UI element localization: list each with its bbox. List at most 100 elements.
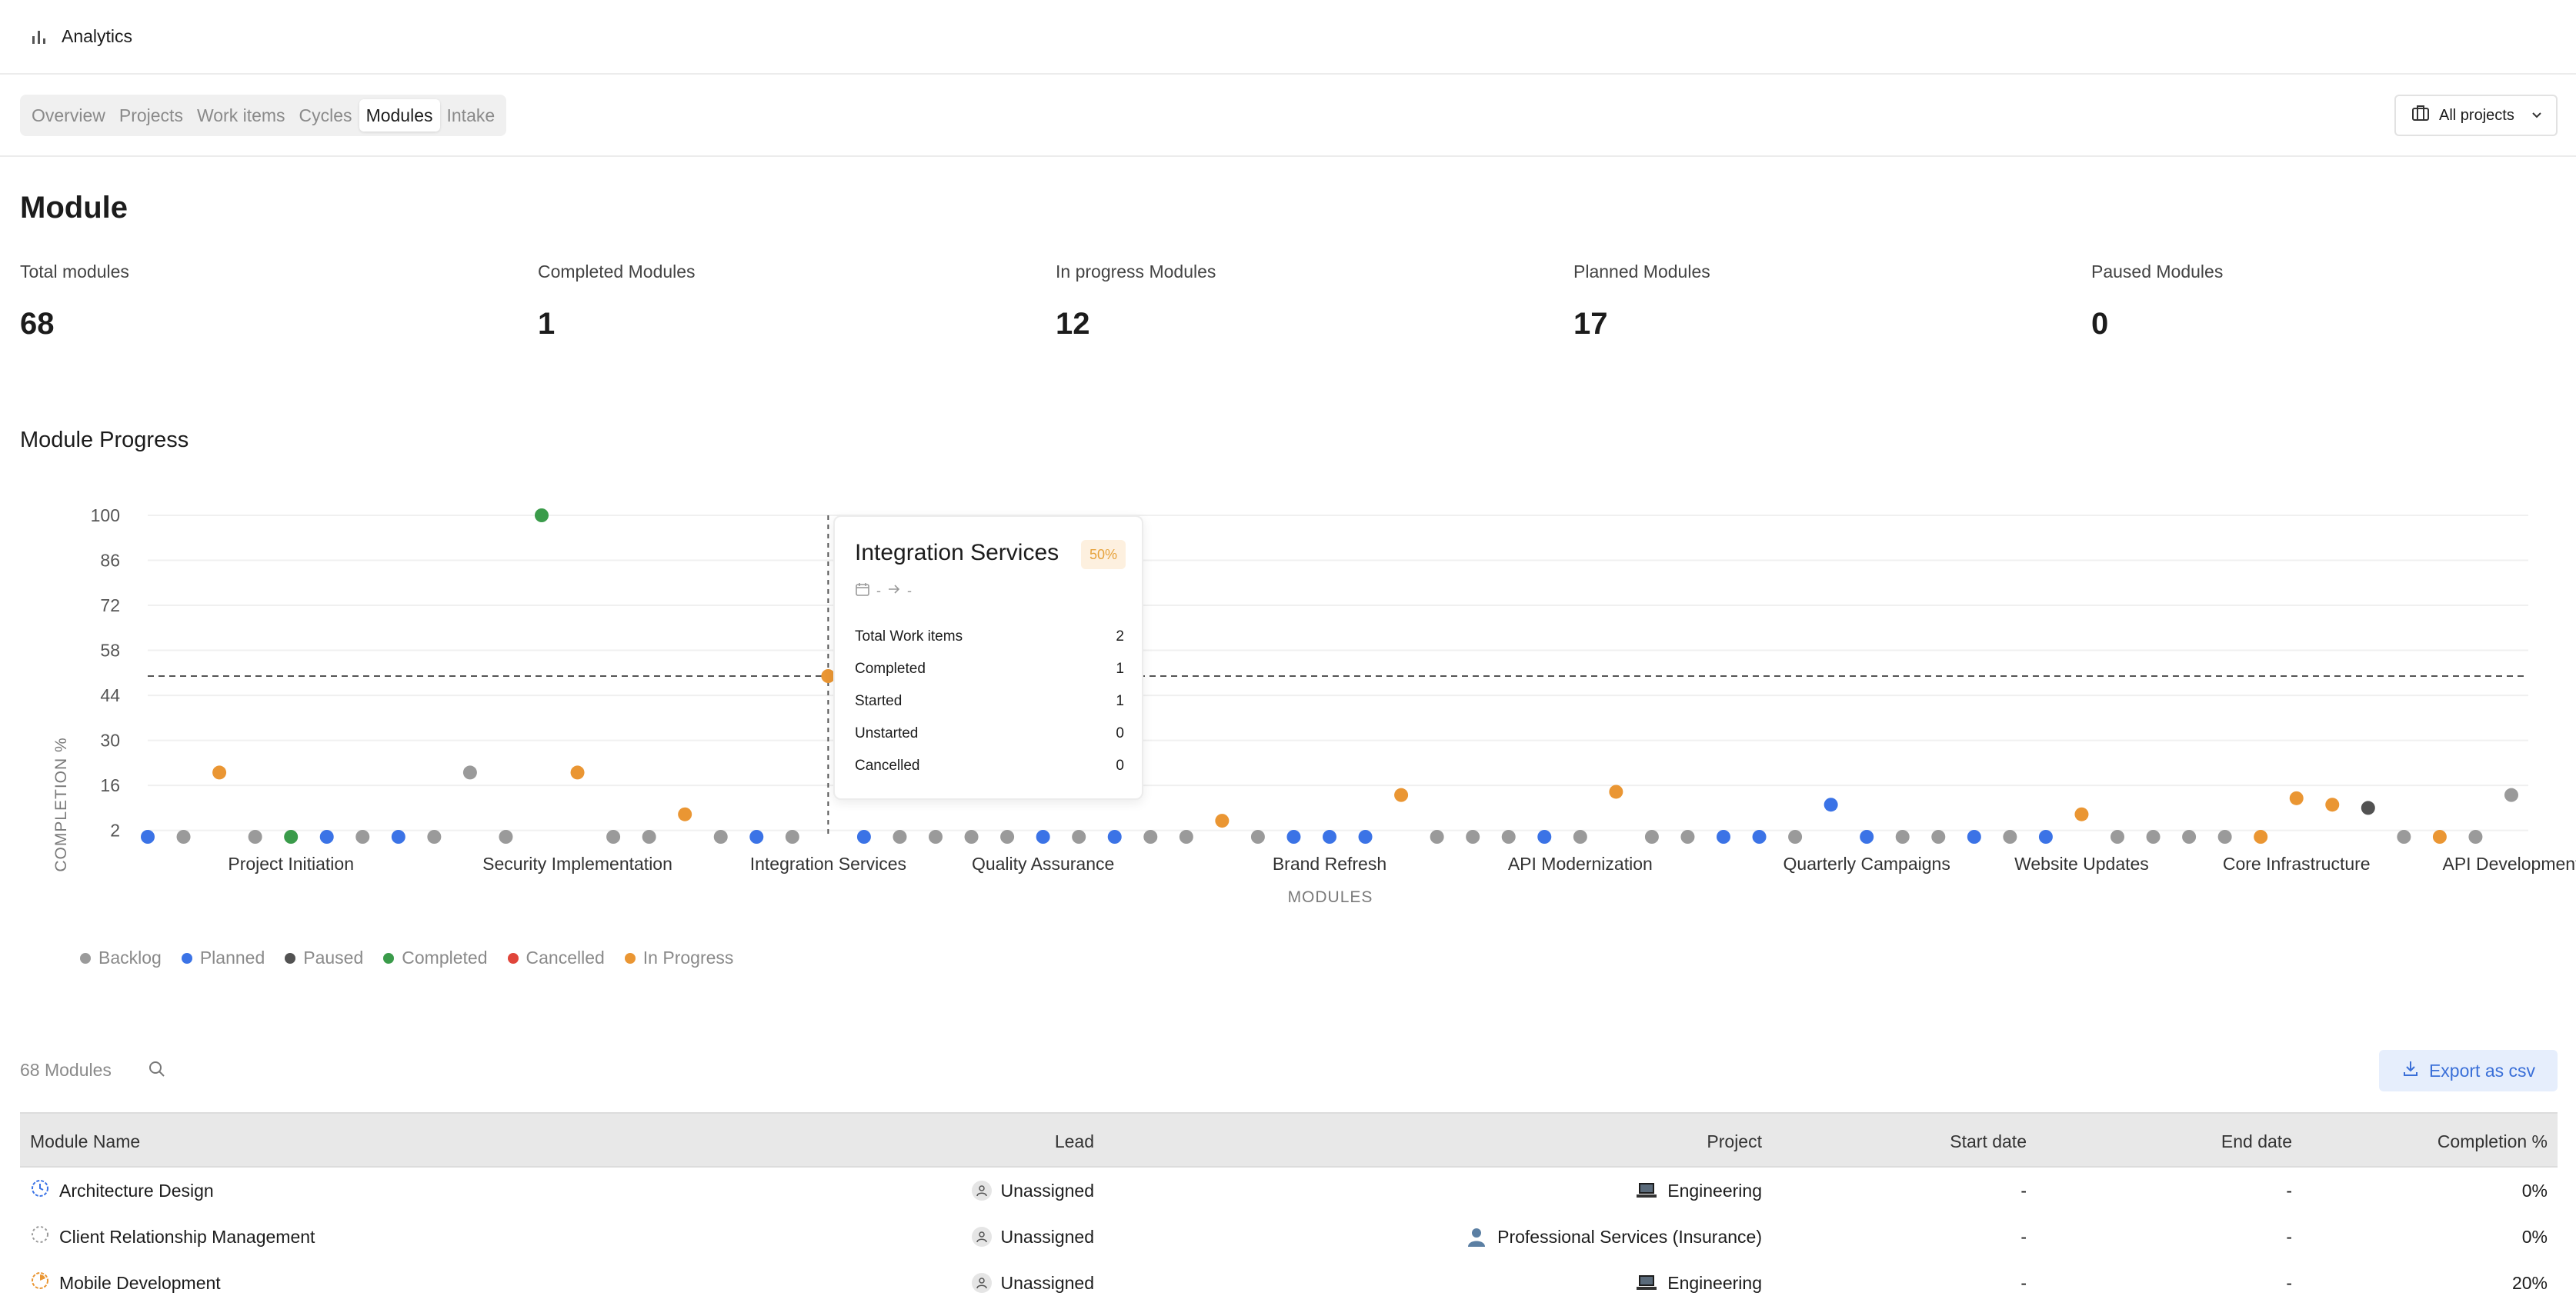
data-point-backlog[interactable] (1430, 830, 1444, 844)
data-point-backlog[interactable] (2146, 830, 2161, 844)
data-point-paused[interactable] (2361, 801, 2375, 815)
legend-label: In Progress (642, 948, 734, 968)
data-point-in-progress[interactable] (1215, 814, 1230, 828)
tab-work-items[interactable]: Work items (190, 99, 292, 132)
data-point-backlog[interactable] (499, 830, 513, 844)
data-point-in-progress[interactable] (2289, 791, 2304, 805)
export-csv-label: Export as csv (2428, 1060, 2536, 1081)
legend-item-in-progress[interactable]: In Progress (624, 948, 734, 968)
data-point-planned[interactable] (1860, 830, 1874, 844)
tab-cycles[interactable]: Cycles (292, 99, 359, 132)
data-point-planned[interactable] (391, 830, 405, 844)
data-point-backlog[interactable] (785, 830, 799, 844)
legend-item-cancelled[interactable]: Cancelled (507, 948, 605, 968)
data-point-planned[interactable] (1537, 830, 1552, 844)
legend-item-planned[interactable]: Planned (181, 948, 265, 968)
data-point-backlog[interactable] (1466, 830, 1480, 844)
data-point-planned[interactable] (1036, 830, 1050, 844)
project-filter-dropdown[interactable]: All projects (2394, 95, 2558, 136)
column-header-completion[interactable]: Completion % (2438, 1114, 2548, 1169)
module-name[interactable]: Client Relationship Management (59, 1227, 315, 1248)
data-point-backlog[interactable] (427, 830, 442, 844)
data-point-backlog[interactable] (1680, 830, 1695, 844)
data-point-planned[interactable] (1967, 830, 1981, 844)
data-point-planned[interactable] (749, 830, 764, 844)
data-point-in-progress[interactable] (212, 765, 227, 780)
data-point-in-progress[interactable] (2432, 830, 2447, 844)
data-point-backlog[interactable] (1179, 830, 1193, 844)
legend-swatch (181, 952, 192, 964)
data-point-backlog[interactable] (713, 830, 728, 844)
data-point-planned[interactable] (1717, 830, 1730, 844)
data-point-backlog[interactable] (2504, 788, 2518, 802)
data-point-backlog[interactable] (1143, 830, 1158, 844)
data-point-planned[interactable] (141, 830, 155, 844)
export-csv-button[interactable]: Export as csv (2379, 1050, 2558, 1091)
data-point-planned[interactable] (1286, 830, 1301, 844)
data-point-in-progress[interactable] (678, 807, 692, 821)
column-header-module-name[interactable]: Module Name (30, 1114, 140, 1169)
data-point-backlog[interactable] (2468, 830, 2483, 844)
lead-name: Unassigned (1000, 1272, 1094, 1293)
legend-item-backlog[interactable]: Backlog (80, 948, 162, 968)
project-cell: Engineering (1635, 1168, 1762, 1214)
download-icon (2401, 1059, 2420, 1082)
column-header-project[interactable]: Project (1707, 1114, 1762, 1169)
table-row[interactable]: Architecture Design Unassigned Engineeri… (20, 1168, 2558, 1214)
table-row[interactable]: Mobile Development Unassigned Engineerin… (20, 1260, 2558, 1306)
data-point-planned[interactable] (1752, 830, 1767, 844)
data-point-planned[interactable] (1358, 830, 1373, 844)
data-point-planned[interactable] (2038, 830, 2053, 844)
data-point-backlog[interactable] (1250, 830, 1265, 844)
data-point-in-progress[interactable] (2254, 830, 2268, 844)
x-tick-label: Core Infrastructure (2223, 854, 2371, 874)
data-point-planned[interactable] (1107, 830, 1122, 844)
data-point-in-progress[interactable] (1609, 785, 1623, 799)
data-point-planned[interactable] (1824, 798, 1838, 812)
module-name[interactable]: Architecture Design (59, 1181, 214, 1201)
tab-intake[interactable]: Intake (440, 99, 502, 132)
data-point-backlog[interactable] (2003, 830, 2017, 844)
data-point-backlog[interactable] (642, 830, 656, 844)
module-name[interactable]: Mobile Development (59, 1273, 221, 1294)
data-point-backlog[interactable] (2111, 830, 2124, 844)
legend-item-completed[interactable]: Completed (383, 948, 488, 968)
tab-overview[interactable]: Overview (25, 99, 112, 132)
search-icon[interactable] (146, 1058, 168, 1080)
data-point-backlog[interactable] (355, 830, 370, 844)
table-row[interactable]: Client Relationship Management Unassigne… (20, 1214, 2558, 1260)
data-point-in-progress[interactable] (2325, 798, 2340, 812)
data-point-planned[interactable] (1323, 830, 1336, 844)
data-point-backlog[interactable] (964, 830, 979, 844)
data-point-backlog[interactable] (248, 830, 262, 844)
data-point-planned[interactable] (319, 830, 334, 844)
data-point-backlog[interactable] (929, 830, 943, 844)
data-point-backlog[interactable] (893, 830, 907, 844)
data-point-backlog[interactable] (2182, 830, 2197, 844)
data-point-in-progress[interactable] (2074, 807, 2089, 821)
column-header-start-date[interactable]: Start date (1950, 1114, 2027, 1169)
data-point-in-progress[interactable] (1394, 788, 1409, 802)
tab-modules[interactable]: Modules (359, 99, 440, 132)
data-point-backlog[interactable] (1000, 830, 1015, 844)
data-point-backlog[interactable] (1931, 830, 1946, 844)
data-point-backlog[interactable] (1895, 830, 1910, 844)
data-point-backlog[interactable] (462, 765, 477, 780)
data-point-planned[interactable] (856, 830, 871, 844)
tab-projects[interactable]: Projects (112, 99, 190, 132)
data-point-backlog[interactable] (2397, 830, 2411, 844)
data-point-completed[interactable] (535, 508, 549, 522)
data-point-backlog[interactable] (1501, 830, 1516, 844)
column-header-end-date[interactable]: End date (2221, 1114, 2292, 1169)
data-point-backlog[interactable] (2217, 830, 2232, 844)
legend-item-paused[interactable]: Paused (285, 948, 363, 968)
data-point-backlog[interactable] (1573, 830, 1587, 844)
data-point-backlog[interactable] (606, 830, 621, 844)
data-point-in-progress[interactable] (570, 765, 585, 780)
data-point-backlog[interactable] (1788, 830, 1803, 844)
data-point-backlog[interactable] (176, 830, 191, 844)
data-point-backlog[interactable] (1644, 830, 1659, 844)
data-point-completed[interactable] (284, 830, 299, 844)
column-header-lead[interactable]: Lead (1055, 1114, 1094, 1169)
data-point-backlog[interactable] (1072, 830, 1086, 844)
